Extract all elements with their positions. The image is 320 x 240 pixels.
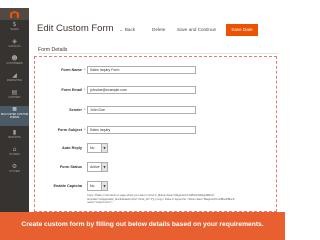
- page-title: Edit Custom Form: [37, 23, 114, 34]
- sidebar-item-label: REPORTS: [8, 136, 21, 139]
- sidebar-item-label: SYSTEM: [9, 170, 20, 173]
- form-email-row: Form Email * johndoe@example.com: [40, 85, 270, 95]
- form-subject-input[interactable]: Sales Inquiry: [87, 126, 196, 134]
- sidebar-item-label: MARKETING: [6, 79, 23, 82]
- catalog-icon: ◈: [12, 38, 17, 45]
- auto-reply-select[interactable]: No ▼: [87, 143, 108, 153]
- required-marker: *: [84, 127, 86, 132]
- enable-captcha-value: No: [90, 184, 95, 188]
- form-subject-row: Form Subject * Sales Inquiry: [40, 125, 270, 135]
- required-marker: *: [84, 107, 86, 112]
- sidebar-item-label: SALES: [10, 28, 19, 31]
- magento-logo[interactable]: [0, 8, 29, 20]
- sidebar-item-label: CUSTOMERS: [6, 62, 23, 65]
- enable-captcha-label: Enable Captcha: [53, 184, 82, 188]
- sidebar-item-customers[interactable]: ☻ CUSTOMERS: [0, 55, 29, 70]
- sidebar-item-label: MULTI-STEP CUSTOM FORMS: [0, 113, 29, 119]
- back-button[interactable]: ← Back: [119, 24, 143, 36]
- save-and-continue-button[interactable]: Save and Continue: [177, 24, 221, 36]
- required-marker: *: [84, 67, 86, 72]
- sidebar-item-system[interactable]: ⚙ SYSTEM: [0, 163, 29, 178]
- auto-reply-row: Auto Reply No ▼: [40, 143, 270, 153]
- sender-row: Sender * John Doe: [40, 105, 270, 115]
- form-status-value: Active: [90, 165, 100, 169]
- chevron-down-icon: ▼: [101, 163, 107, 171]
- promo-banner: Create custom form by filling out below …: [0, 212, 285, 240]
- auto-reply-label: Auto Reply: [61, 146, 82, 150]
- stores-icon: ⌂: [12, 146, 17, 153]
- chevron-down-icon: ▼: [101, 182, 107, 190]
- form-name-row: Form Name * Sales Inquiry Form: [40, 65, 270, 75]
- form-status-select[interactable]: Active ▼: [87, 162, 108, 172]
- form-name-input[interactable]: Sales Inquiry Form: [87, 66, 196, 74]
- enable-captcha-select[interactable]: No ▼: [87, 181, 108, 191]
- form-status-label: Form Status: [59, 165, 82, 169]
- form-icon: ≣: [11, 106, 18, 113]
- embed-code-hint: Copy / Paste in the block on page where …: [87, 194, 236, 205]
- sidebar-item-reports[interactable]: ▮ REPORTS: [0, 129, 29, 144]
- logo-icon: [10, 11, 19, 18]
- sidebar-item-custom-forms[interactable]: ≣ MULTI-STEP CUSTOM FORMS: [0, 106, 29, 126]
- system-icon: ⚙: [11, 163, 18, 170]
- form-status-row: Form Status Active ▼: [40, 162, 270, 172]
- sidebar-item-content[interactable]: ▤ CONTENT: [0, 89, 29, 104]
- marketing-icon: ◢: [12, 72, 17, 79]
- required-marker: *: [84, 87, 86, 92]
- form-name-label: Form Name: [61, 68, 82, 72]
- form-email-input[interactable]: johndoe@example.com: [87, 86, 196, 94]
- section-divider: [38, 53, 278, 54]
- customers-icon: ☻: [11, 55, 18, 62]
- sidebar-item-stores[interactable]: ⌂ STORES: [0, 146, 29, 161]
- page-actions: ← Back Delete Save and Continue Save Dat…: [119, 24, 281, 36]
- dollar-icon: $: [12, 21, 17, 28]
- reports-icon: ▮: [12, 129, 17, 136]
- sender-input[interactable]: John Doe: [87, 106, 196, 114]
- admin-window: $ SALES ◈ CATALOG ☻ CUSTOMERS ◢ MARKETIN…: [0, 8, 285, 212]
- sidebar-item-label: STORES: [9, 153, 20, 156]
- chevron-down-icon: ▼: [101, 144, 107, 152]
- sidebar-item-marketing[interactable]: ◢ MARKETING: [0, 72, 29, 87]
- enable-captcha-row: Enable Captcha No ▼: [40, 181, 270, 191]
- auto-reply-value: No: [90, 146, 95, 150]
- content-icon: ▤: [11, 89, 18, 96]
- sidebar-item-label: CONTENT: [8, 96, 21, 99]
- form-subject-label: Form Subject: [57, 128, 82, 132]
- form-email-label: Form Email: [61, 88, 82, 92]
- sender-label: Sender: [69, 108, 82, 112]
- admin-sidebar: $ SALES ◈ CATALOG ☻ CUSTOMERS ◢ MARKETIN…: [0, 8, 29, 212]
- banner-caption: Create custom form by filling out below …: [21, 221, 264, 228]
- sidebar-item-label: CATALOG: [8, 45, 21, 48]
- sidebar-item-catalog[interactable]: ◈ CATALOG: [0, 38, 29, 53]
- sidebar-item-sales[interactable]: $ SALES: [0, 21, 29, 36]
- delete-button[interactable]: Delete: [152, 24, 170, 36]
- save-date-button[interactable]: Save Date: [226, 24, 258, 36]
